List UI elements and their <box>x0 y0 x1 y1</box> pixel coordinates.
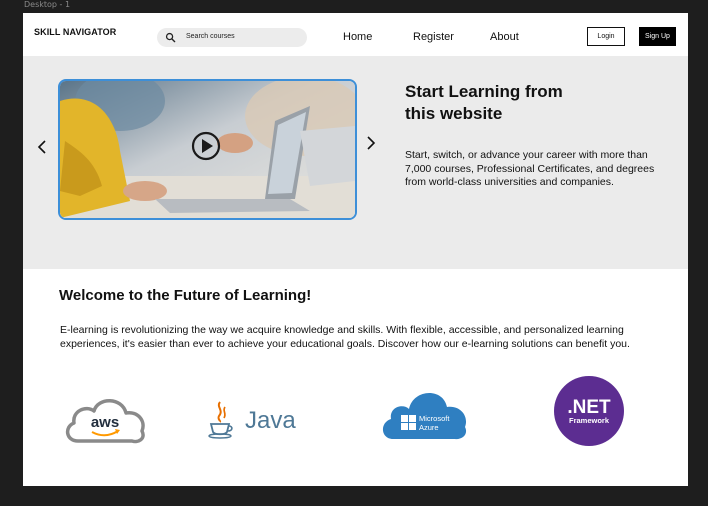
hero-title-line2: this website <box>405 104 503 123</box>
aws-logo-text: aws <box>91 414 119 431</box>
azure-logo-line1: Microsoft <box>419 414 450 423</box>
nav-about[interactable]: About <box>490 31 519 43</box>
search-icon <box>165 32 176 43</box>
java-logo-text: Java <box>245 407 296 434</box>
azure-logo-line2: Azure <box>419 423 439 432</box>
signup-button[interactable]: Sign Up <box>639 27 676 46</box>
dotnet-logo-line2: Framework <box>569 416 610 425</box>
hero-title-line1: Start Learning from <box>405 82 563 101</box>
aws-logo: aws <box>62 391 148 446</box>
nav-register[interactable]: Register <box>413 31 454 43</box>
page: SKILL NAVIGATOR Search courses Home Regi… <box>23 13 688 486</box>
dotnet-logo-line1: .NET <box>567 397 611 418</box>
hero-video-thumbnail[interactable] <box>58 79 357 220</box>
hero-section: Start Learning from this website Start, … <box>23 56 688 269</box>
nav-home[interactable]: Home <box>343 31 372 43</box>
hero-description: Start, switch, or advance your career wi… <box>405 149 655 188</box>
search-placeholder: Search courses <box>186 33 235 40</box>
hero-title: Start Learning from this website <box>405 81 655 125</box>
java-logo: Java <box>205 398 297 440</box>
chevron-left-icon[interactable] <box>36 140 48 154</box>
header: SKILL NAVIGATOR Search courses Home Regi… <box>23 13 688 56</box>
login-button[interactable]: Login <box>587 27 625 46</box>
azure-logo: Microsoft Azure <box>379 383 469 441</box>
frame-label: Desktop - 1 <box>24 0 71 9</box>
brand-logo[interactable]: SKILL NAVIGATOR <box>34 27 116 37</box>
welcome-title: Welcome to the Future of Learning! <box>59 287 312 304</box>
dotnet-logo: .NET Framework <box>553 375 625 447</box>
search-input[interactable]: Search courses <box>157 28 307 47</box>
chevron-right-icon[interactable] <box>365 136 377 150</box>
hero-image <box>60 81 355 218</box>
welcome-text: E-learning is revolutionizing the way we… <box>60 324 630 350</box>
